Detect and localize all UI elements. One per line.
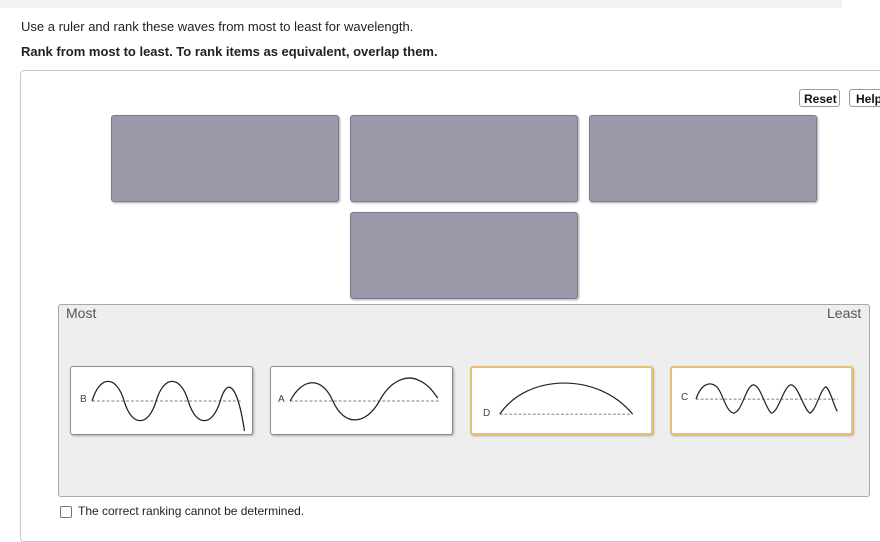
instruction-text: Use a ruler and rank these waves from mo… (21, 19, 414, 34)
help-button[interactable]: Help (849, 89, 880, 107)
empty-card-slot-1[interactable] (111, 115, 339, 202)
empty-card-slot-3[interactable] (589, 115, 817, 202)
wave-d-icon (499, 382, 634, 415)
top-strip (0, 0, 842, 8)
wave-a-icon (289, 377, 441, 421)
empty-card-slot-2[interactable] (350, 115, 578, 202)
most-label: Most (66, 305, 97, 321)
wave-c-icon (695, 383, 839, 414)
wave-card-d[interactable]: D (470, 366, 653, 435)
wave-card-c[interactable]: C (670, 366, 853, 435)
reset-button[interactable]: Reset (799, 89, 840, 107)
cannot-determine-label: The correct ranking cannot be determined… (78, 504, 305, 518)
wave-card-a[interactable]: A (270, 366, 453, 435)
empty-card-slot-4[interactable] (350, 212, 578, 299)
cannot-determine-checkbox[interactable] (60, 505, 72, 518)
wave-b-icon (91, 380, 246, 432)
least-label: Least (827, 305, 862, 321)
wave-card-b[interactable]: B (70, 366, 253, 435)
cannot-determine-option[interactable]: The correct ranking cannot be determined… (60, 504, 304, 521)
instruction-bold-text: Rank from most to least. To rank items a… (21, 44, 438, 59)
